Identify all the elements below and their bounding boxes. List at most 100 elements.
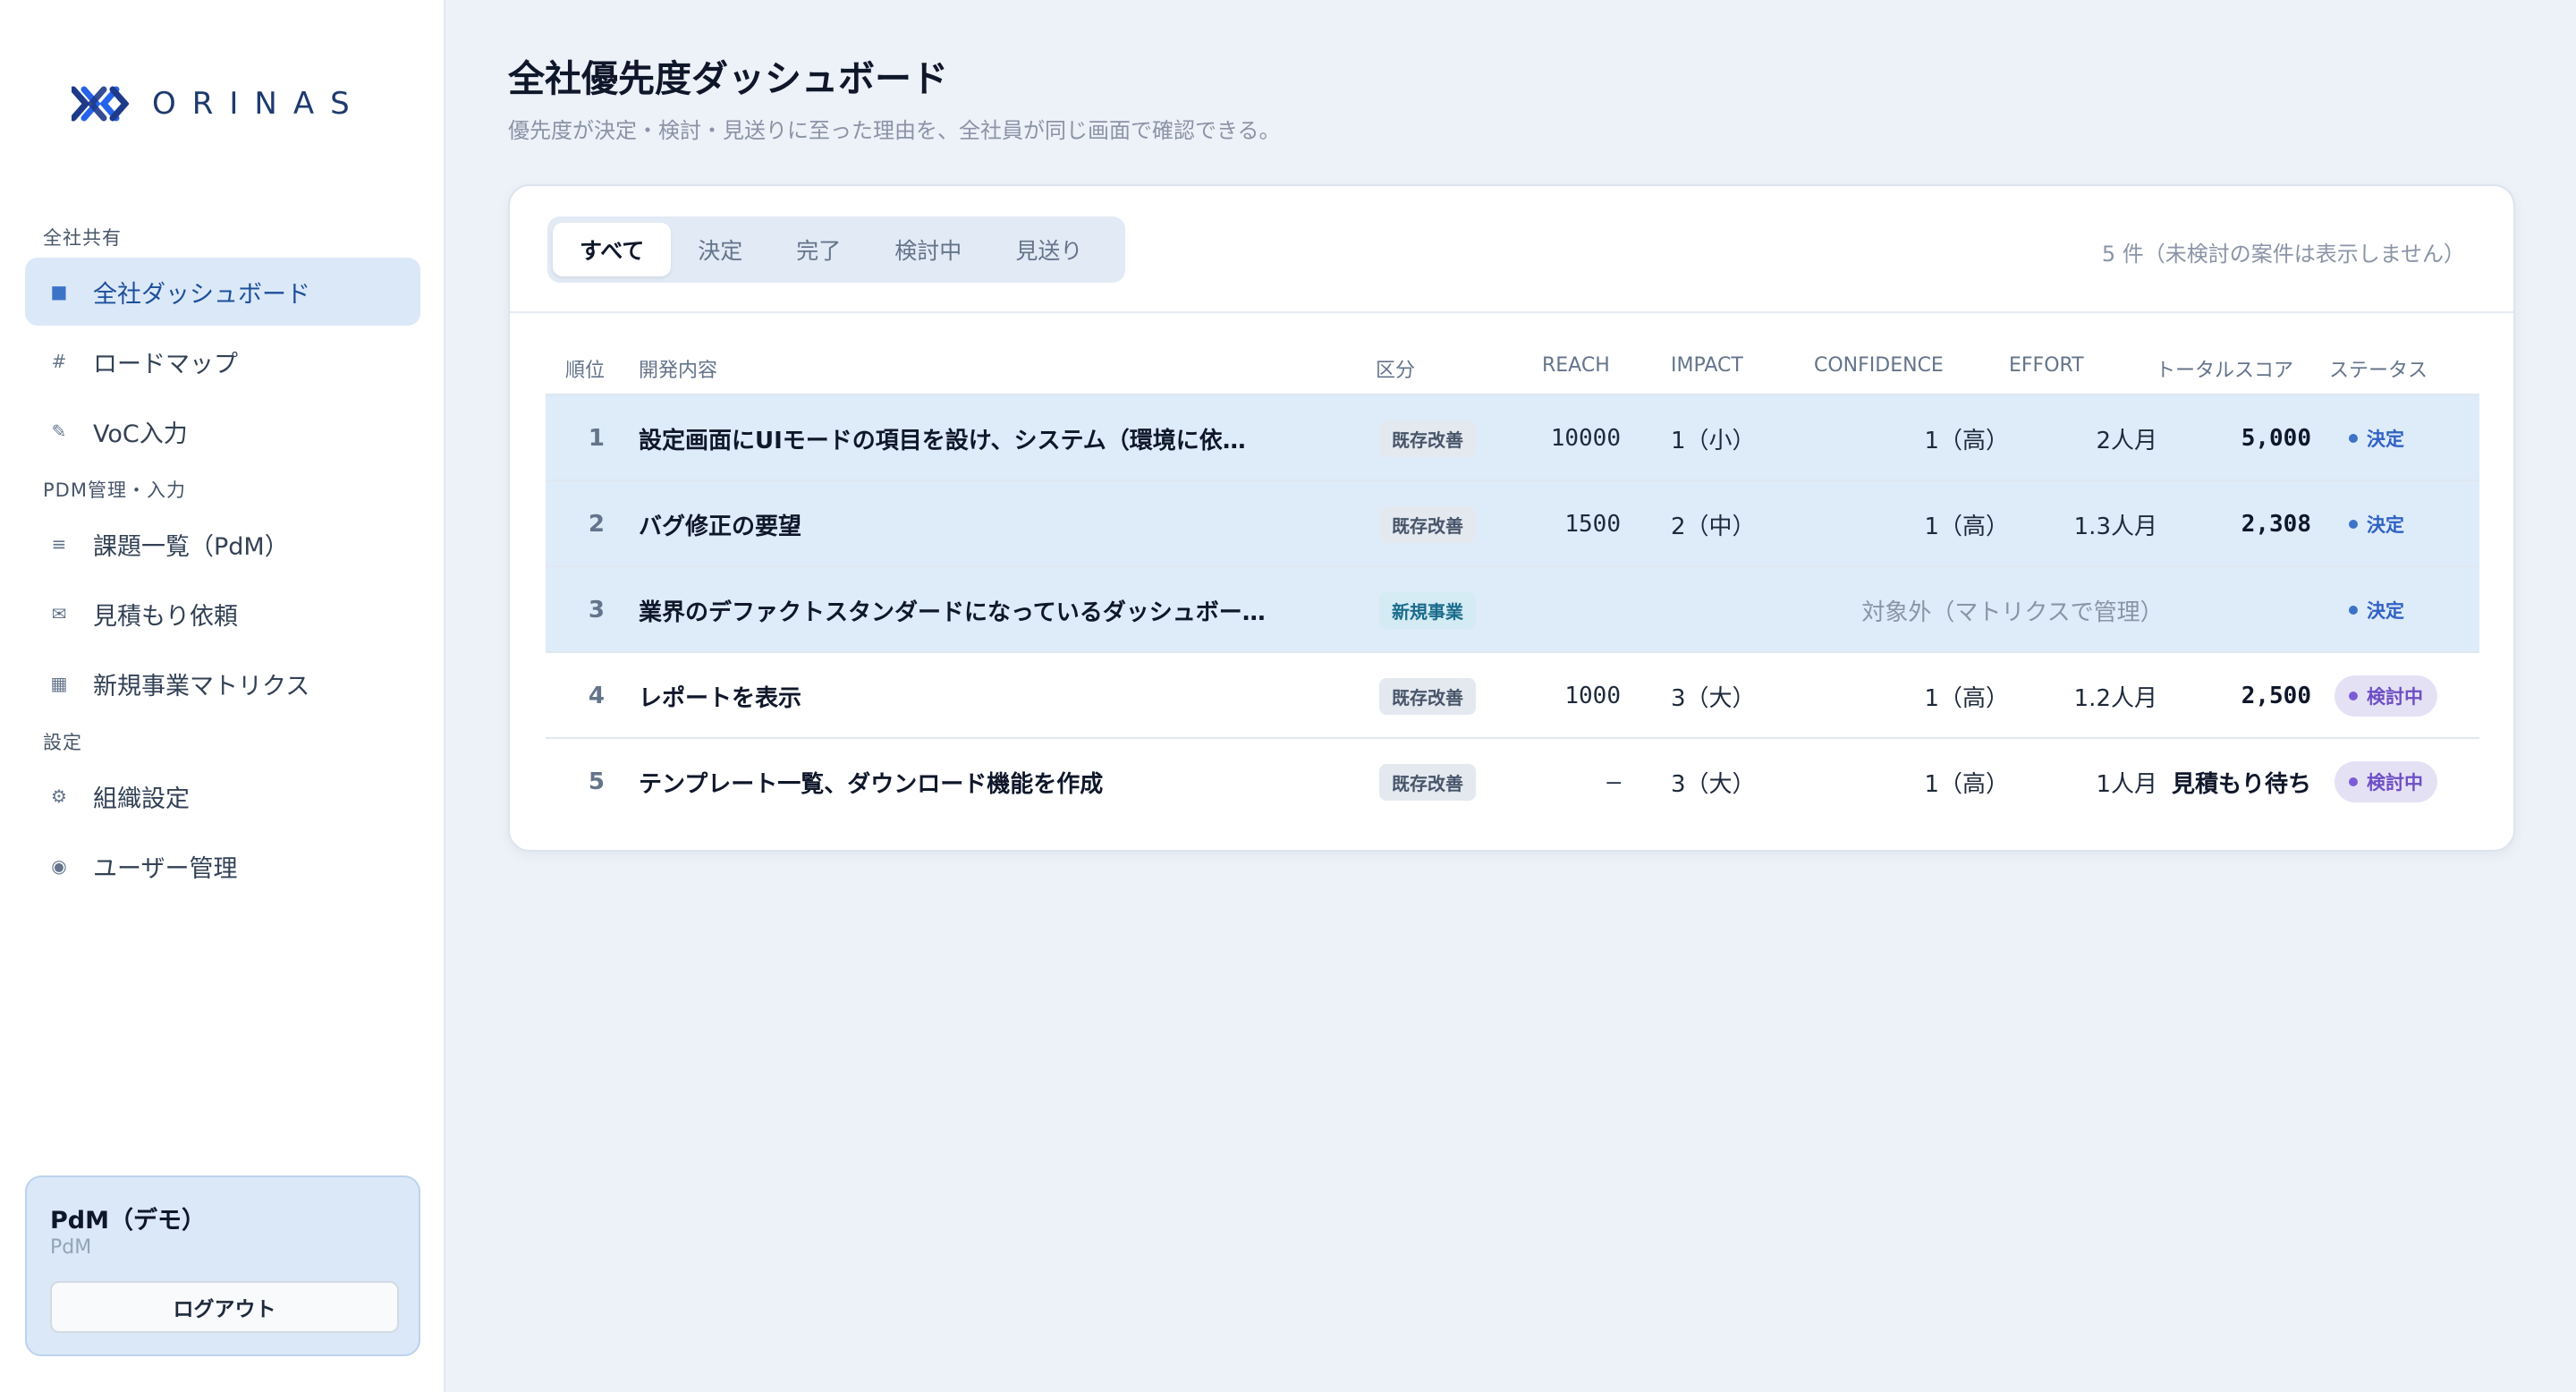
sidebar-item-voc[interactable]: ✎ VoC入力 (25, 397, 420, 465)
page-title: 全社優先度ダッシュボード (508, 57, 948, 100)
result-count: 5 件（未検討の案件は表示しません） (2101, 242, 2465, 267)
sidebar-item-estimates[interactable]: ✉ 見積もり依頼 (25, 580, 420, 648)
row-title[interactable]: テンプレート一覧、ダウンロード機能を作成 (639, 739, 1301, 825)
row-category: 新規事業 (1379, 567, 1476, 653)
row-impact: 3（大） (1671, 770, 1756, 798)
row-reach: 1500 (1564, 511, 1621, 538)
sidebar-item-label: VoC入力 (93, 420, 188, 448)
nav-section-shared: 全社共有 (43, 227, 122, 249)
sidebar-item-label: 見積もり依頼 (93, 602, 238, 631)
row-reach: 10000 (1550, 425, 1621, 452)
sidebar-item-dashboard[interactable]: ■ 全社ダッシュボード (25, 258, 420, 326)
user-name: PdM（デモ） (50, 1207, 206, 1235)
row-status: 検討中 (2334, 739, 2437, 825)
nav-section-pdm: PDM管理・入力 (43, 480, 186, 501)
status-dot-icon (2349, 777, 2358, 786)
row-title[interactable]: レポートを表示 (639, 653, 1301, 739)
row-impact: 1（小） (1671, 427, 1756, 454)
row-title[interactable]: 設定画面にUIモードの項目を設け、システム（環境に依… (639, 395, 1301, 481)
orinas-logo-icon (72, 86, 129, 122)
status-label: 決定 (2367, 429, 2404, 450)
row-effort: 1.2人月 (2073, 684, 2157, 712)
gear-icon: ⚙ (51, 785, 67, 807)
header-confidence: CONFIDENCE (1814, 354, 1944, 377)
header-rank: 順位 (565, 360, 606, 382)
status-dot-icon (2349, 692, 2358, 700)
row-title[interactable]: 業界のデファクトスタンダードになっているダッシュボー… (639, 567, 1301, 653)
header-title: 開発内容 (639, 360, 718, 382)
tab-decided[interactable]: 決定 (671, 223, 769, 276)
status-badge: 検討中 (2334, 761, 2437, 802)
row-confidence: 1（高） (1924, 513, 2009, 540)
page-subtitle: 優先度が決定・検討・見送りに至った理由を、全社員が同じ画面で確認できる。 (508, 118, 1281, 143)
status-label: 検討中 (2367, 686, 2423, 708)
row-rank: 2 (588, 511, 605, 538)
mail-icon: ✉ (51, 603, 67, 624)
status-dot-icon (2349, 520, 2358, 529)
user-circle-icon: ◉ (51, 855, 67, 877)
list-icon: ≡ (51, 533, 67, 555)
row-out-of-scope: 対象外（マトリクスで管理） (1861, 598, 2164, 626)
header-effort: EFFORT (2009, 354, 2084, 377)
table-row[interactable]: 3 業界のデファクトスタンダードになっているダッシュボー… 新規事業 対象外（マ… (546, 565, 2479, 651)
sidebar-item-label: 課題一覧（PdM） (93, 532, 289, 561)
divider (510, 311, 2513, 313)
sidebar-item-label: ロードマップ (93, 350, 238, 378)
logout-button[interactable]: ログアウト (50, 1281, 399, 1333)
status-badge: 決定 (2334, 504, 2419, 545)
tab-all[interactable]: すべて (553, 223, 672, 276)
user-card: PdM（デモ） PdM ログアウト (25, 1176, 420, 1356)
row-total: 2,308 (2241, 511, 2311, 538)
sidebar-item-label: 新規事業マトリクス (93, 672, 310, 700)
table-row[interactable]: 4 レポートを表示 既存改善 1000 3（大） 1（高） 1.2人月 2,50… (546, 651, 2479, 737)
brand-logo[interactable]: ORINAS (72, 86, 366, 122)
category-tag: 新規事業 (1379, 591, 1476, 629)
user-role: PdM (50, 1236, 92, 1259)
row-total: 5,000 (2241, 425, 2311, 452)
table-header: 順位 開発内容 区分 REACH IMPACT CONFIDENCE EFFOR… (546, 342, 2479, 394)
table-row[interactable]: 5 テンプレート一覧、ダウンロード機能を作成 既存改善 – 3（大） 1（高） … (546, 737, 2479, 823)
row-confidence: 1（高） (1924, 427, 2009, 454)
status-badge: 決定 (2334, 418, 2419, 459)
row-effort: 1人月 (2096, 770, 2157, 798)
sidebar-item-users[interactable]: ◉ ユーザー管理 (25, 832, 420, 900)
sidebar-item-org-settings[interactable]: ⚙ 組織設定 (25, 762, 420, 830)
status-tabs: すべて 決定 完了 検討中 見送り (547, 216, 1125, 283)
grid-square-icon: ■ (50, 281, 68, 302)
status-label: 決定 (2367, 600, 2404, 622)
table-row[interactable]: 2 バグ修正の要望 既存改善 1500 2（中） 1（高） 1.3人月 2,30… (546, 480, 2479, 565)
priority-table: 順位 開発内容 区分 REACH IMPACT CONFIDENCE EFFOR… (546, 342, 2479, 823)
row-confidence: 1（高） (1924, 684, 2009, 712)
sidebar-item-label: 全社ダッシュボード (93, 280, 310, 309)
header-category: 区分 (1376, 360, 1416, 382)
sidebar-item-label: 組織設定 (93, 785, 190, 813)
tab-completed[interactable]: 完了 (769, 223, 868, 276)
row-rank: 4 (588, 683, 605, 709)
pencil-icon: ✎ (51, 420, 67, 442)
tab-reviewing[interactable]: 検討中 (868, 223, 988, 276)
row-total: 2,500 (2241, 683, 2311, 709)
header-status: ステータス (2329, 360, 2428, 382)
row-impact: 2（中） (1671, 513, 1756, 540)
status-dot-icon (2349, 606, 2358, 615)
sidebar-item-matrix[interactable]: ▦ 新規事業マトリクス (25, 649, 420, 717)
tab-deferred[interactable]: 見送り (988, 223, 1109, 276)
row-status: 決定 (2334, 395, 2419, 481)
row-status: 決定 (2334, 481, 2419, 567)
hash-icon: # (51, 351, 67, 372)
row-reach: 1000 (1564, 683, 1621, 709)
sidebar-item-roadmap[interactable]: # ロードマップ (25, 327, 420, 395)
dashboard-card: すべて 決定 完了 検討中 見送り 5 件（未検討の案件は表示しません） 順位 … (508, 184, 2515, 852)
row-reach: – (1606, 768, 1621, 795)
sidebar: ORINAS 全社共有 ■ 全社ダッシュボード # ロードマップ ✎ VoC入力… (0, 0, 445, 1392)
status-label: 検討中 (2367, 772, 2423, 794)
status-badge: 検討中 (2334, 675, 2437, 717)
table-row[interactable]: 1 設定画面にUIモードの項目を設け、システム（環境に依… 既存改善 10000… (546, 394, 2479, 480)
row-confidence: 1（高） (1924, 770, 2009, 798)
sidebar-item-issues[interactable]: ≡ 課題一覧（PdM） (25, 510, 420, 578)
row-rank: 3 (588, 597, 605, 624)
status-dot-icon (2349, 434, 2358, 443)
row-status: 決定 (2334, 567, 2419, 653)
row-title[interactable]: バグ修正の要望 (639, 481, 1301, 567)
brand-name: ORINAS (152, 86, 366, 122)
